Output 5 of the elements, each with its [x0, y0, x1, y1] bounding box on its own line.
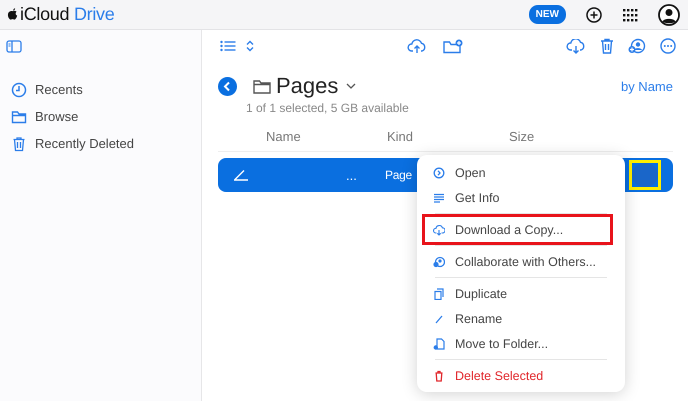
folder-title: Pages: [276, 73, 338, 99]
file-name: ...: [346, 168, 357, 182]
app-title: iCloud Drive: [20, 4, 114, 25]
file-kind: Page: [385, 168, 412, 182]
folder-status: 1 of 1 selected, 5 GB available: [245, 101, 410, 115]
